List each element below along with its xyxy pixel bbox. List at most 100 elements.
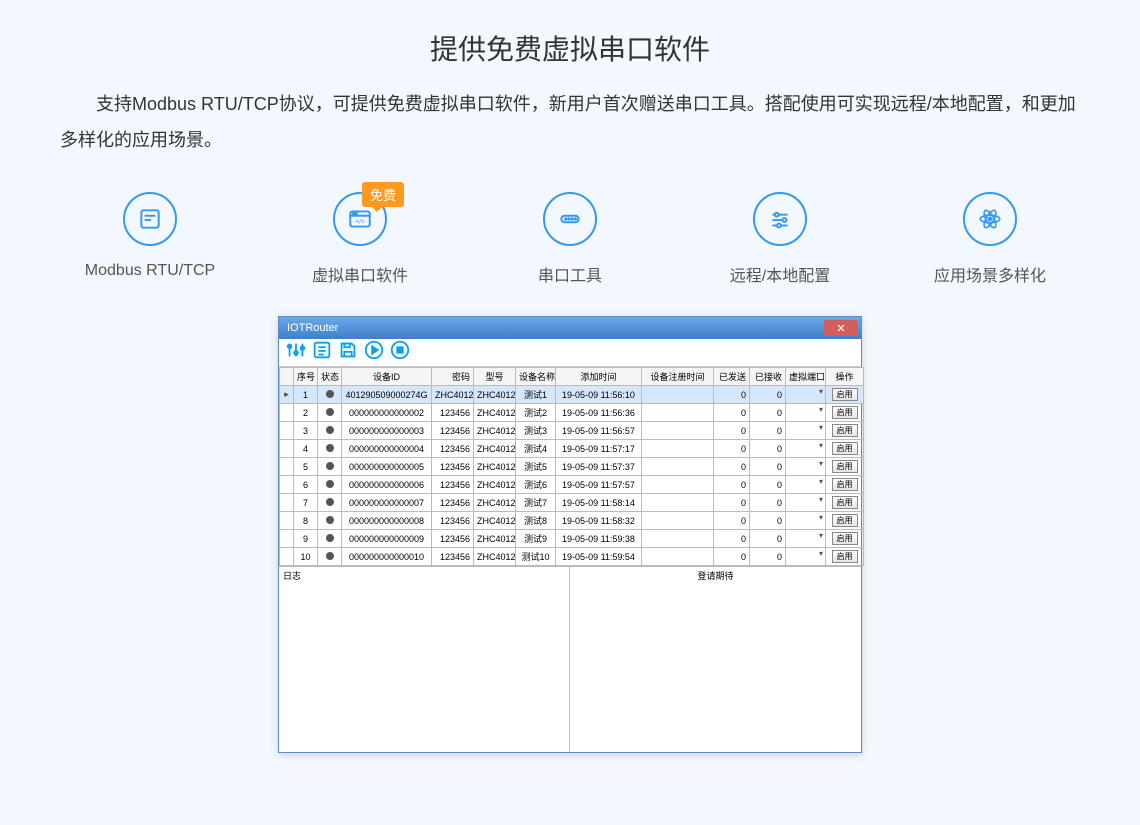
cell-name: 测试7 [516, 494, 556, 512]
cell-op: 启用 [826, 458, 864, 476]
cell-op: 启用 [826, 404, 864, 422]
cell-status [318, 476, 342, 494]
cell-sent: 0 [714, 440, 750, 458]
cell-time: 19-05-09 11:57:57 [556, 476, 642, 494]
enable-button[interactable]: 启用 [832, 478, 858, 491]
iotrouter-window: IOTRouter ✕ 序号 状态 设备ID 密码 型号 设备名称 添加时间 设… [278, 316, 862, 753]
titlebar[interactable]: IOTRouter ✕ [279, 317, 861, 339]
enable-button[interactable]: 启用 [832, 406, 858, 419]
cell-vport[interactable] [786, 440, 826, 458]
col-status: 状态 [318, 368, 342, 386]
cell-pwd: 123456 [432, 440, 474, 458]
table-row[interactable]: 10000000000000010123456ZHC4012测试1019-05-… [280, 548, 864, 566]
status-icon [326, 462, 334, 470]
cell-seq: 3 [294, 422, 318, 440]
cell-seq: 8 [294, 512, 318, 530]
cell-regtime [642, 422, 714, 440]
cell-vport[interactable] [786, 512, 826, 530]
cell-seq: 9 [294, 530, 318, 548]
list-icon[interactable] [311, 339, 333, 366]
table-row[interactable]: 5000000000000005123456ZHC4012测试519-05-09… [280, 458, 864, 476]
enable-button[interactable]: 启用 [832, 460, 858, 473]
feature-label: 串口工具 [538, 262, 602, 286]
cell-regtime [642, 404, 714, 422]
cell-sent: 0 [714, 476, 750, 494]
cell-recv: 0 [750, 476, 786, 494]
modbus-icon [123, 192, 177, 246]
cell-model: ZHC4012 [474, 422, 516, 440]
controls-icon[interactable] [285, 339, 307, 366]
cell-regtime [642, 386, 714, 404]
enable-button[interactable]: 启用 [832, 496, 858, 509]
cell-model: ZHC4012 [474, 440, 516, 458]
enable-button[interactable]: 启用 [832, 514, 858, 527]
cell-recv: 0 [750, 530, 786, 548]
status-icon [326, 498, 334, 506]
cell-vport[interactable] [786, 386, 826, 404]
cell-regtime [642, 548, 714, 566]
cell-seq: 4 [294, 440, 318, 458]
status-icon [326, 480, 334, 488]
wait-panel: 登请期待 [570, 567, 861, 752]
cell-pwd: ZHC4012-NO.1 [432, 386, 474, 404]
cell-time: 19-05-09 11:57:37 [556, 458, 642, 476]
cell-name: 测试1 [516, 386, 556, 404]
cell-recv: 0 [750, 422, 786, 440]
cell-vport[interactable] [786, 548, 826, 566]
cell-name: 测试5 [516, 458, 556, 476]
cell-vport[interactable] [786, 476, 826, 494]
cell-vport[interactable] [786, 422, 826, 440]
table-row[interactable]: 2000000000000002123456ZHC4012测试219-05-09… [280, 404, 864, 422]
col-name: 设备名称 [516, 368, 556, 386]
table-row[interactable]: 9000000000000009123456ZHC4012测试919-05-09… [280, 530, 864, 548]
cell-devid: 000000000000005 [342, 458, 432, 476]
cell-seq: 1 [294, 386, 318, 404]
row-marker [280, 476, 294, 494]
cell-vport[interactable] [786, 458, 826, 476]
cell-vport[interactable] [786, 530, 826, 548]
cell-regtime [642, 476, 714, 494]
device-table: 序号 状态 设备ID 密码 型号 设备名称 添加时间 设备注册时间 已发送 已接… [279, 367, 861, 566]
cell-model: ZHC4012 [474, 386, 516, 404]
status-icon [326, 390, 334, 398]
cell-sent: 0 [714, 548, 750, 566]
col-vport: 虚拟端口 [786, 368, 826, 386]
cell-vport[interactable] [786, 404, 826, 422]
cell-time: 19-05-09 11:59:54 [556, 548, 642, 566]
feature-label: 虚拟串口软件 [312, 262, 408, 286]
cell-model: ZHC4012 [474, 512, 516, 530]
cell-recv: 0 [750, 512, 786, 530]
feature-config: 远程/本地配置 [700, 192, 860, 286]
page-title: 提供免费虚拟串口软件 [0, 0, 1140, 86]
status-icon [326, 516, 334, 524]
cell-time: 19-05-09 11:57:17 [556, 440, 642, 458]
table-row[interactable]: ▸1401290509000274GZHC4012-NO.1ZHC4012测试1… [280, 386, 864, 404]
table-row[interactable]: 3000000000000003123456ZHC4012测试319-05-09… [280, 422, 864, 440]
table-row[interactable]: 7000000000000007123456ZHC4012测试719-05-09… [280, 494, 864, 512]
enable-button[interactable]: 启用 [832, 424, 858, 437]
enable-button[interactable]: 启用 [832, 550, 858, 563]
cell-vport[interactable] [786, 494, 826, 512]
cell-regtime [642, 494, 714, 512]
cell-model: ZHC4012 [474, 494, 516, 512]
cell-regtime [642, 530, 714, 548]
row-marker [280, 404, 294, 422]
cell-seq: 5 [294, 458, 318, 476]
cell-regtime [642, 458, 714, 476]
enable-button[interactable]: 启用 [832, 442, 858, 455]
save-icon[interactable] [337, 339, 359, 366]
table-row[interactable]: 6000000000000006123456ZHC4012测试619-05-09… [280, 476, 864, 494]
enable-button[interactable]: 启用 [832, 532, 858, 545]
feature-scenarios: 应用场景多样化 [910, 192, 1070, 286]
atom-icon [963, 192, 1017, 246]
cell-pwd: 123456 [432, 530, 474, 548]
enable-button[interactable]: 启用 [832, 388, 858, 401]
cell-devid: 000000000000008 [342, 512, 432, 530]
stop-icon[interactable] [389, 339, 411, 366]
cell-time: 19-05-09 11:58:14 [556, 494, 642, 512]
cell-model: ZHC4012 [474, 548, 516, 566]
table-row[interactable]: 4000000000000004123456ZHC4012测试419-05-09… [280, 440, 864, 458]
table-row[interactable]: 8000000000000008123456ZHC4012测试819-05-09… [280, 512, 864, 530]
play-icon[interactable] [363, 339, 385, 366]
close-icon[interactable]: ✕ [824, 320, 858, 336]
